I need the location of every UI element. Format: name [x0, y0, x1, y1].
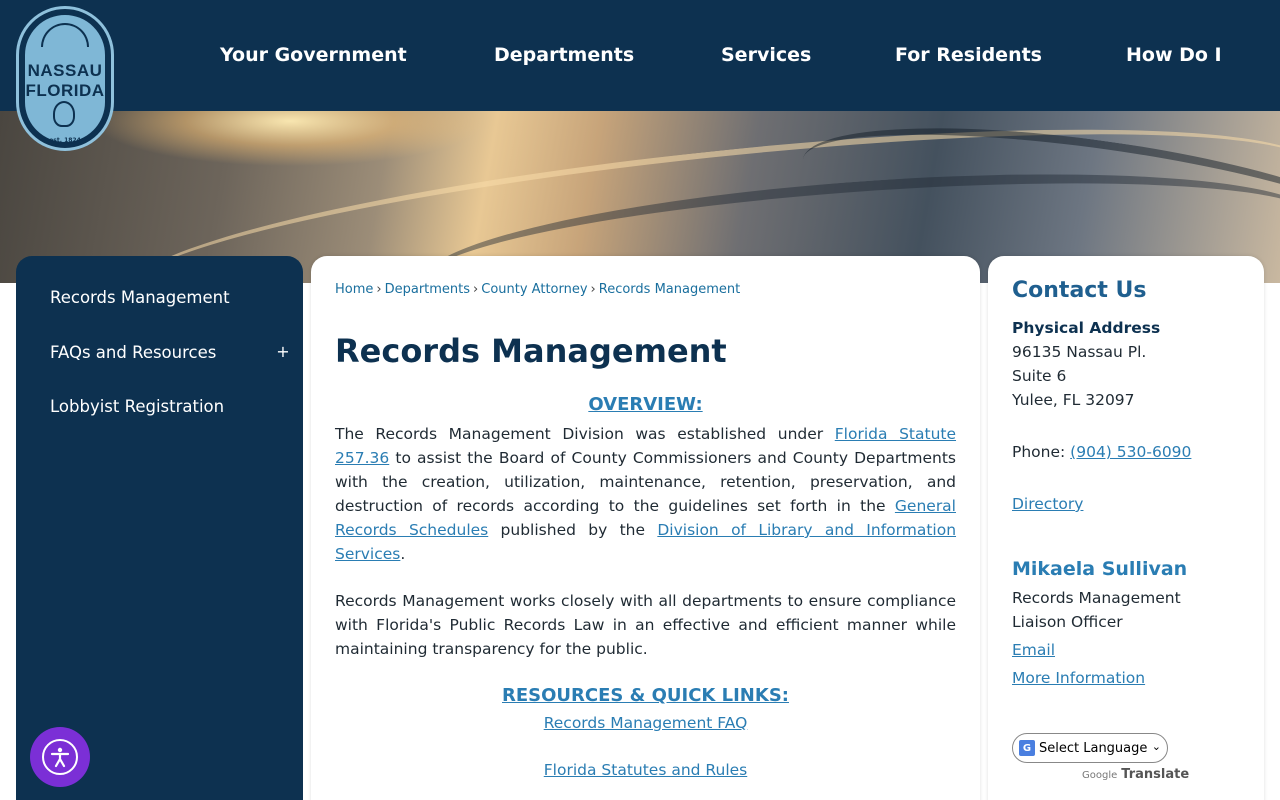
text: to assist the Board of County Commission…	[335, 449, 956, 515]
page-title: Records Management	[335, 332, 727, 370]
address-line-2: Suite 6	[1012, 367, 1067, 385]
overview-heading: OVERVIEW:	[588, 394, 703, 415]
breadcrumb-county-attorney[interactable]: County Attorney	[481, 282, 587, 297]
sidebar-item-faqs-and-resources[interactable]: FAQs and Resources	[50, 343, 216, 362]
records-management-faq-link[interactable]: Records Management FAQ	[544, 714, 748, 732]
sidebar-item-lobbyist-registration[interactable]: Lobbyist Registration	[50, 397, 224, 416]
chevron-down-icon: ⌄	[1151, 740, 1161, 753]
nav-for-residents[interactable]: For Residents	[895, 44, 1042, 66]
accessibility-button[interactable]	[30, 727, 90, 787]
sidebar: Records Management FAQs and Resources + …	[16, 256, 303, 800]
breadcrumb-separator: ›	[473, 282, 479, 297]
address-line-1: 96135 Nassau Pl.	[1012, 343, 1147, 361]
text: .	[400, 545, 406, 563]
accessibility-person-icon	[42, 739, 78, 775]
statutes-link-row: Florida Statutes and Rules	[335, 761, 956, 779]
overview-paragraph: The Records Management Division was esta…	[335, 422, 956, 566]
text: The Records Management Division was esta…	[335, 425, 835, 443]
breadcrumb-home[interactable]: Home	[335, 282, 373, 297]
resources-heading: RESOURCES & QUICK LINKS:	[502, 685, 789, 706]
more-information-link[interactable]: More Information	[1012, 669, 1145, 687]
sidebar-item-records-management[interactable]: Records Management	[50, 288, 230, 307]
address-label: Physical Address	[1012, 319, 1161, 337]
text: published by the	[488, 521, 658, 539]
logo-text-florida: FLORIDA	[25, 81, 105, 100]
breadcrumb-separator: ›	[376, 282, 382, 297]
nav-services[interactable]: Services	[721, 44, 811, 66]
phone-row: Phone: (904) 530-6090	[1012, 443, 1191, 461]
accessibility-figure	[50, 747, 70, 768]
breadcrumb-departments[interactable]: Departments	[385, 282, 470, 297]
main-content: Home › Departments › County Attorney › Records…	[311, 256, 980, 800]
contact-panel: Contact Us Physical Address 96135 Nassau…	[988, 256, 1264, 800]
address-line-3: Yulee, FL 32097	[1012, 391, 1135, 409]
person-title-line-2: Liaison Officer	[1012, 613, 1123, 631]
nav-your-government[interactable]: Your Government	[220, 44, 407, 66]
florida-statutes-rules-link[interactable]: Florida Statutes and Rules	[544, 761, 747, 779]
language-select-label: Select Language	[1039, 740, 1148, 756]
contact-title: Contact Us	[1012, 278, 1147, 303]
breadcrumb: Home › Departments › County Attorney › Records…	[335, 282, 740, 297]
google-label: Google	[1082, 770, 1118, 781]
contact-person-name: Mikaela Sullivan	[1012, 558, 1188, 580]
translate-label: Translate	[1121, 767, 1190, 782]
powered-by-google-translate[interactable]: Google Translate	[1082, 767, 1189, 782]
email-link[interactable]: Email	[1012, 641, 1055, 659]
faq-link-row: Records Management FAQ	[335, 714, 956, 732]
language-select[interactable]: G Select Language ⌄	[1012, 733, 1168, 763]
breadcrumb-separator: ›	[590, 282, 596, 297]
heron-icon	[53, 101, 75, 127]
county-logo[interactable]: NASSAU FLORIDA est. 1824	[16, 6, 114, 151]
breadcrumb-records-management[interactable]: Records Management	[599, 282, 740, 297]
phone-link[interactable]: (904) 530-6090	[1070, 443, 1191, 461]
expand-plus-icon[interactable]: +	[276, 342, 290, 361]
logo-est: est. 1824	[49, 137, 81, 144]
nav-how-do-i[interactable]: How Do I	[1126, 44, 1222, 66]
compliance-paragraph: Records Management works closely with al…	[335, 592, 956, 658]
header-bar	[0, 0, 1280, 111]
nav-departments[interactable]: Departments	[494, 44, 634, 66]
google-translate-icon: G	[1019, 740, 1035, 756]
phone-label: Phone:	[1012, 443, 1071, 461]
person-title-line-1: Records Management	[1012, 589, 1181, 607]
logo-text-nassau: NASSAU	[27, 61, 103, 80]
directory-link[interactable]: Directory	[1012, 495, 1083, 513]
